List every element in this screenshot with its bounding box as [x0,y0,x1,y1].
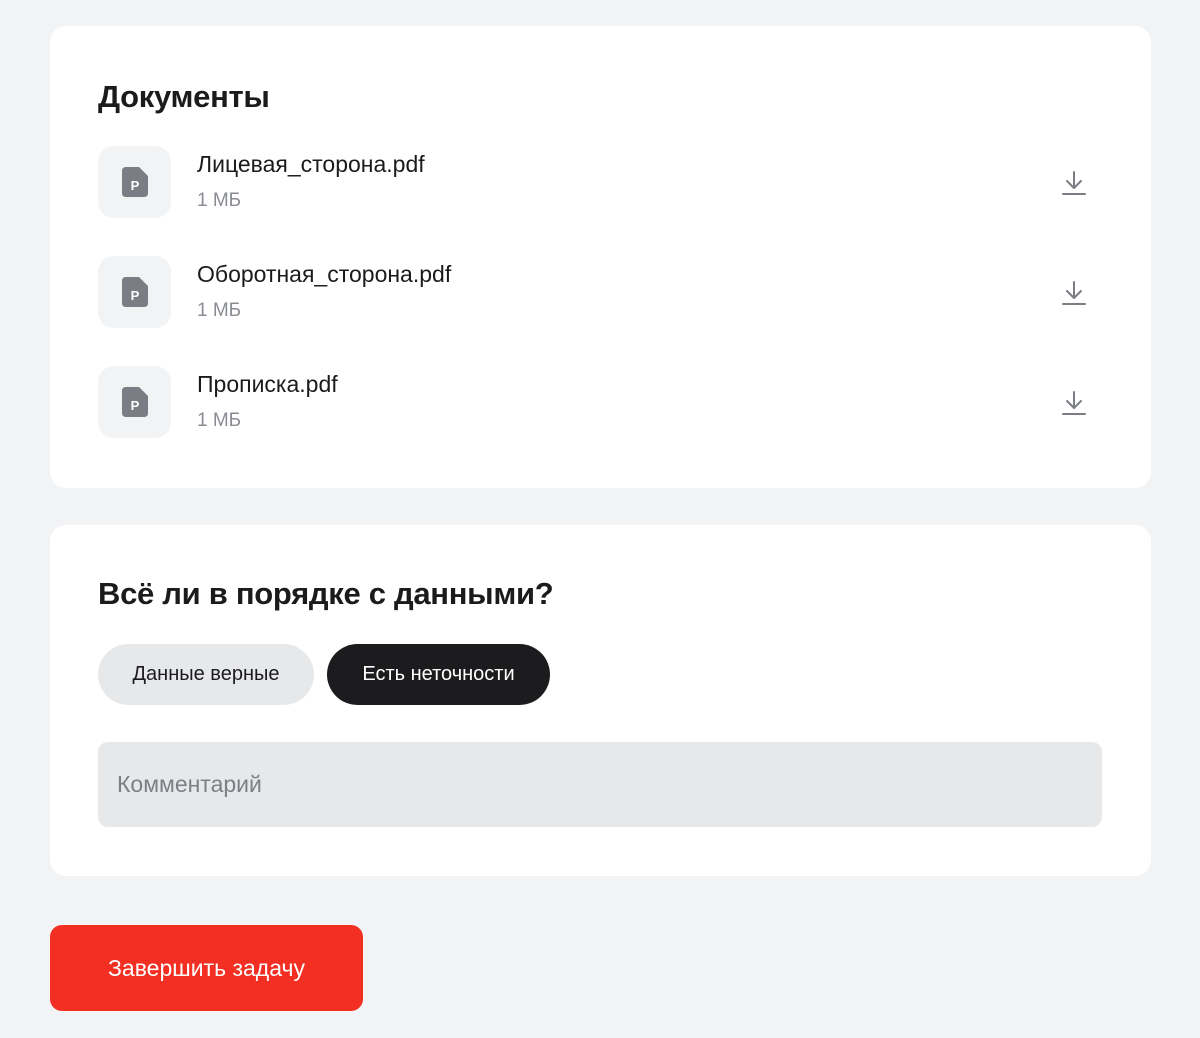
document-item[interactable]: P Оборотная_сторона.pdf 1 МБ [98,256,1103,328]
document-size: 1 МБ [197,190,242,211]
document-name: Прописка.pdf [197,371,338,397]
svg-text:P: P [130,398,139,413]
svg-text:P: P [130,178,139,193]
data-correct-button[interactable]: Данные верные [98,644,314,705]
comment-input[interactable] [98,742,1102,827]
pdf-file-icon: P [98,256,171,328]
documents-card: Документы P Лицевая_сторона.pdf 1 МБ P О… [50,26,1151,488]
pdf-file-icon: P [98,146,171,218]
document-size: 1 МБ [197,410,242,431]
documents-title: Документы [98,79,270,114]
svg-text:P: P [130,288,139,303]
document-item[interactable]: P Лицевая_сторона.pdf 1 МБ [98,146,1103,218]
download-icon[interactable] [1059,168,1089,198]
data-check-options: Данные верные Есть неточности [98,644,550,705]
document-item[interactable]: P Прописка.pdf 1 МБ [98,366,1103,438]
data-check-card: Всё ли в порядке с данными? Данные верны… [50,525,1151,876]
data-inaccurate-button[interactable]: Есть неточности [327,644,550,705]
download-icon[interactable] [1059,278,1089,308]
document-name: Лицевая_сторона.pdf [197,151,425,177]
document-size: 1 МБ [197,300,242,321]
pdf-file-icon: P [98,366,171,438]
complete-task-button[interactable]: Завершить задачу [50,925,363,1011]
data-check-title: Всё ли в порядке с данными? [98,576,554,611]
download-icon[interactable] [1059,388,1089,418]
document-name: Оборотная_сторона.pdf [197,261,452,287]
